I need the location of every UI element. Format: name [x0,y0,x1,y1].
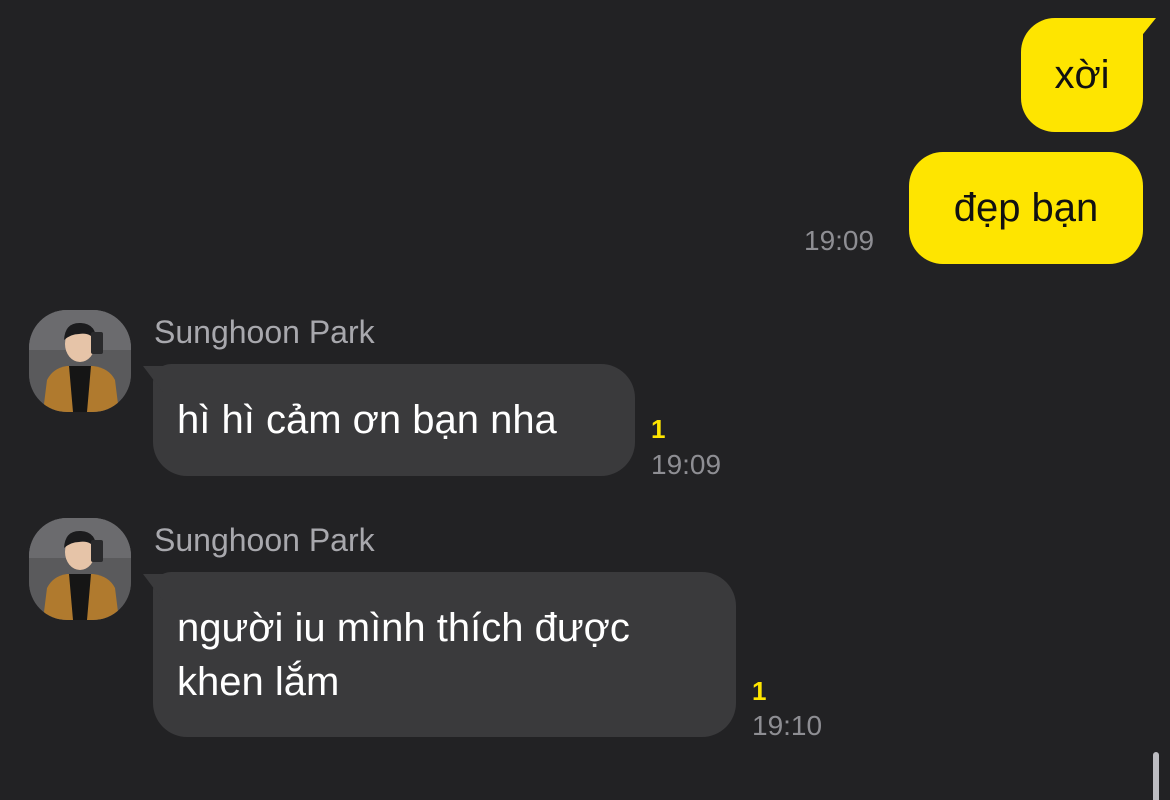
unread-count: 1 [752,676,767,706]
message-timestamp: 19:09 [651,449,722,480]
message-text: đẹp bạn [953,186,1099,230]
message-text: xời [1054,53,1110,97]
incoming-message-bubble[interactable]: người iu mình thích được khen lắm [143,572,736,737]
scrollbar-thumb[interactable] [1153,752,1159,800]
outgoing-message-bubble[interactable]: đẹp bạn [909,152,1143,264]
outgoing-message-bubble[interactable]: xời [1021,18,1156,132]
profile-photo-avatar [29,518,131,620]
message-timestamp: 19:09 [804,225,875,256]
message-timestamp: 19:10 [752,710,823,741]
message-text: hì hì cảm ơn bạn nha [177,398,557,442]
bubble-tail [143,366,171,392]
unread-count: 1 [651,414,666,444]
incoming-message-bubble[interactable]: hì hì cảm ơn bạn nha [143,364,635,476]
sender-name: Sunghoon Park [154,522,375,558]
sender-avatar[interactable] [29,518,131,620]
chat-message-list[interactable]: xời đẹp bạn 19:09 Sunghoon Park hì hì cả… [0,0,1170,800]
bubble-tail [143,574,171,600]
profile-photo-avatar [29,310,131,412]
sender-avatar[interactable] [29,310,131,412]
bubble-tail [1126,18,1156,44]
sender-name: Sunghoon Park [154,314,375,350]
message-text-line: người iu mình thích được [177,606,630,650]
message-text-line: khen lắm [177,660,340,704]
